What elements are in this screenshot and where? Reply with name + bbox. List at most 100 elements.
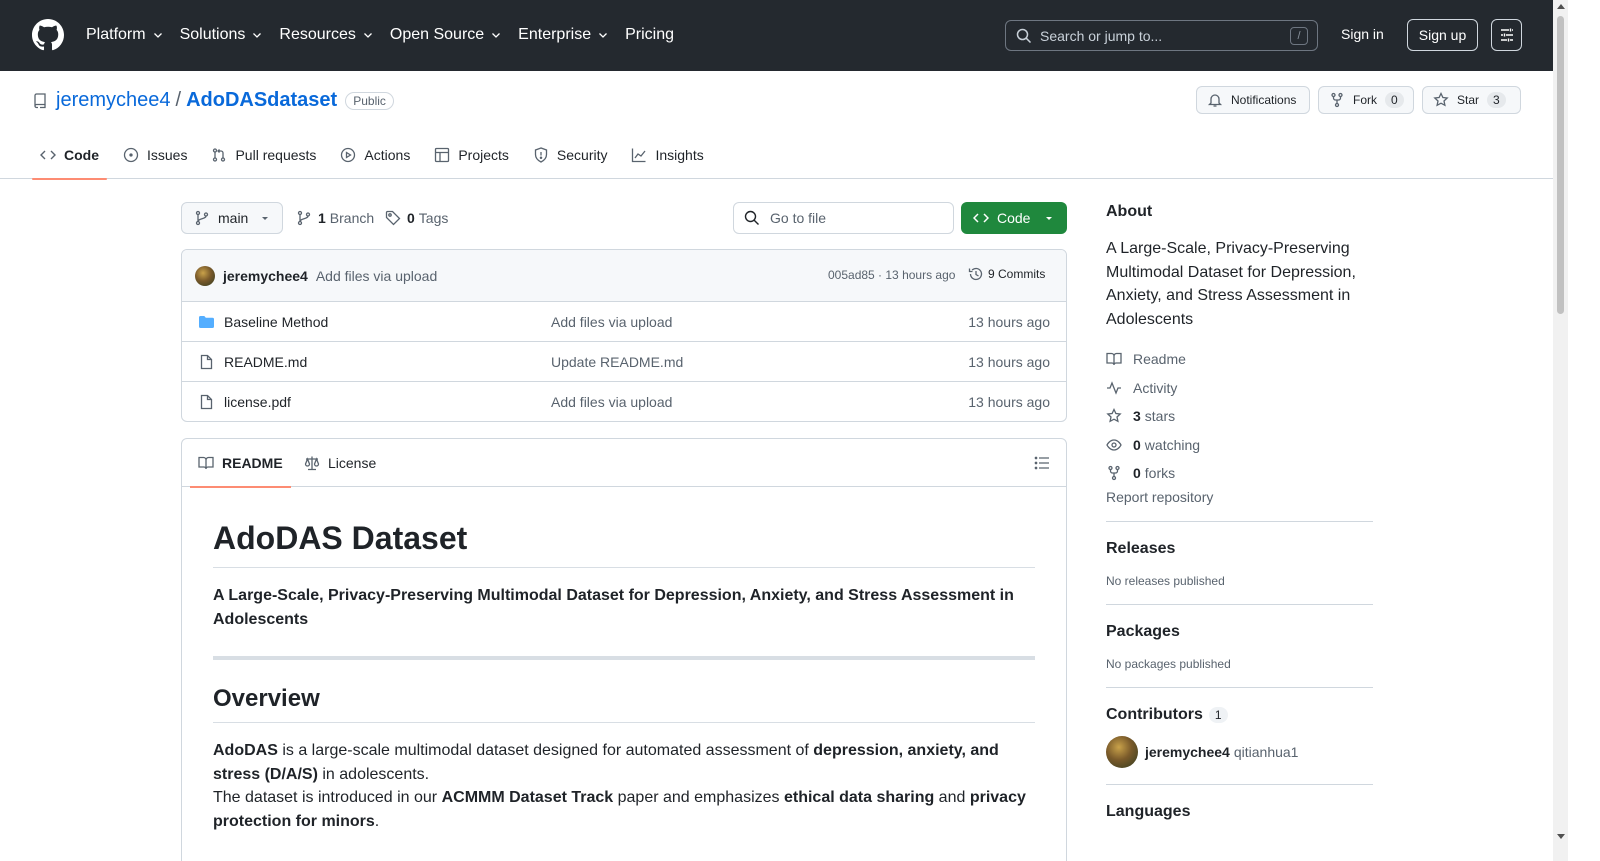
releases-empty-text: No releases published bbox=[1106, 573, 1225, 588]
fork-icon bbox=[1331, 92, 1343, 108]
tag-icon bbox=[385, 210, 401, 226]
tab-issues[interactable]: Issues bbox=[115, 131, 195, 179]
report-repository-link[interactable]: Report repository bbox=[1106, 489, 1373, 505]
global-header: Platform Solutions Resources Open Source… bbox=[0, 0, 1553, 71]
tab-license-label: License bbox=[328, 455, 377, 471]
go-to-file-input[interactable]: Go to file bbox=[733, 202, 954, 234]
nav-open-source[interactable]: Open Source bbox=[390, 26, 502, 44]
folder-icon bbox=[199, 315, 214, 328]
activity-link[interactable]: Activity bbox=[1106, 374, 1373, 403]
file-commit-message[interactable]: Add files via upload bbox=[551, 314, 672, 330]
code-dropdown-button[interactable]: Code bbox=[961, 202, 1067, 234]
tab-readme[interactable]: README bbox=[190, 439, 291, 488]
github-logo-icon[interactable] bbox=[32, 19, 64, 51]
file-name-link[interactable]: Baseline Method bbox=[224, 314, 328, 330]
issue-opened-icon bbox=[123, 147, 139, 163]
repo-name-link[interactable]: AdoDASdataset bbox=[186, 89, 337, 112]
tab-security-label: Security bbox=[556, 147, 608, 163]
tab-projects[interactable]: Projects bbox=[426, 131, 517, 179]
tab-readme-label: README bbox=[222, 455, 283, 471]
file-name-link[interactable]: license.pdf bbox=[224, 394, 291, 410]
overview-heading: Overview bbox=[213, 684, 1035, 724]
file-icon bbox=[200, 394, 213, 410]
sign-up-button[interactable]: Sign up bbox=[1407, 19, 1478, 51]
tab-insights-label: Insights bbox=[655, 147, 704, 163]
tab-insights[interactable]: Insights bbox=[623, 131, 711, 179]
releases-section: Releases No releases published bbox=[1106, 520, 1373, 588]
stars-link[interactable]: 3 stars bbox=[1106, 402, 1373, 431]
sign-in-link[interactable]: Sign in bbox=[1341, 26, 1384, 42]
nav-enterprise[interactable]: Enterprise bbox=[518, 26, 609, 44]
stars-text: 3 stars bbox=[1133, 408, 1175, 424]
branch-count: 1 bbox=[318, 210, 326, 226]
contributor-alias: qitianhua1 bbox=[1233, 743, 1299, 760]
fork-count: 0 bbox=[1385, 92, 1404, 108]
forks-label: forks bbox=[1144, 465, 1176, 482]
table-row[interactable]: Baseline Method Add files via upload 13 … bbox=[182, 302, 1066, 342]
star-icon bbox=[1433, 92, 1449, 107]
packages-heading[interactable]: Packages bbox=[1106, 623, 1373, 641]
appearance-settings-button[interactable] bbox=[1491, 19, 1522, 51]
nav-platform[interactable]: Platform bbox=[86, 26, 164, 44]
contributor-name[interactable]: jeremychee4 bbox=[1145, 744, 1230, 760]
commits-history-link[interactable]: 9 Commits bbox=[968, 266, 1045, 282]
scroll-up-arrow-icon[interactable] bbox=[1557, 4, 1565, 9]
releases-heading[interactable]: Releases bbox=[1106, 540, 1373, 558]
about-description: A Large-Scale, Privacy-Preserving Multim… bbox=[1106, 240, 1356, 328]
contributors-heading[interactable]: Contributors bbox=[1106, 706, 1203, 723]
file-commit-time: 13 hours ago bbox=[968, 394, 1050, 410]
file-commit-message[interactable]: Update README.md bbox=[551, 354, 683, 370]
fork-button[interactable]: Fork 0 bbox=[1318, 86, 1414, 114]
activity-link-label: Activity bbox=[1133, 379, 1178, 396]
readme-link[interactable]: Readme bbox=[1106, 345, 1373, 374]
list-unordered-icon[interactable] bbox=[1034, 455, 1050, 471]
page-scrollbar[interactable] bbox=[1553, 0, 1568, 861]
avatar[interactable] bbox=[1106, 735, 1138, 768]
fork-icon bbox=[1108, 466, 1120, 481]
contributor-item[interactable]: jeremychee4 qitianhua1 bbox=[1106, 735, 1373, 768]
tab-pull-requests[interactable]: Pull requests bbox=[203, 131, 324, 179]
file-name-link[interactable]: README.md bbox=[224, 354, 307, 370]
languages-heading: Languages bbox=[1106, 802, 1191, 820]
search-placeholder: Search or jump to... bbox=[1040, 27, 1163, 44]
scroll-down-arrow-icon[interactable] bbox=[1557, 834, 1565, 839]
branches-link[interactable]: 1 Branch bbox=[296, 202, 374, 234]
tab-projects-label: Projects bbox=[458, 147, 509, 163]
forks-link[interactable]: 0 forks bbox=[1106, 459, 1373, 488]
stars-label: stars bbox=[1144, 408, 1176, 425]
scrollbar-thumb[interactable] bbox=[1557, 16, 1564, 314]
notifications-label: Notifications bbox=[1231, 93, 1297, 107]
star-button[interactable]: Star 3 bbox=[1422, 86, 1521, 114]
play-icon bbox=[341, 147, 356, 163]
table-row[interactable]: README.md Update README.md 13 hours ago bbox=[182, 342, 1066, 382]
global-search-input[interactable]: Search or jump to... / bbox=[1005, 20, 1318, 51]
tab-actions[interactable]: Actions bbox=[332, 131, 418, 179]
repo-header: jeremychee4 / AdoDASdataset Public Notif… bbox=[0, 71, 1553, 180]
branch-selector[interactable]: main bbox=[181, 202, 283, 234]
packages-empty-text: No packages published bbox=[1106, 656, 1231, 671]
readme-link-label: Readme bbox=[1133, 351, 1186, 368]
nav-resources[interactable]: Resources bbox=[279, 26, 373, 44]
code-button-label: Code bbox=[997, 210, 1031, 226]
watchers-text: 0 watching bbox=[1133, 437, 1200, 453]
tags-link[interactable]: 0 Tags bbox=[385, 202, 448, 234]
file-commit-message[interactable]: Add files via upload bbox=[551, 394, 672, 410]
text: The dataset is introduced in our bbox=[213, 789, 442, 807]
tab-license[interactable]: License bbox=[296, 439, 384, 487]
eye-icon bbox=[1106, 439, 1122, 451]
commit-message-link[interactable]: Add files via upload bbox=[316, 268, 437, 284]
nav-pricing[interactable]: Pricing bbox=[625, 26, 674, 44]
tab-issues-label: Issues bbox=[147, 147, 188, 163]
commit-sha-time[interactable]: 005ad85 · 13 hours ago bbox=[828, 268, 955, 282]
avatar[interactable] bbox=[195, 265, 215, 286]
about-links: Readme Activity 3 stars 0 watching 0 forks bbox=[1106, 345, 1373, 488]
commit-author-link[interactable]: jeremychee4 bbox=[223, 268, 308, 284]
table-row[interactable]: license.pdf Add files via upload 13 hour… bbox=[182, 382, 1066, 421]
nav-solutions[interactable]: Solutions bbox=[180, 26, 264, 44]
tab-security[interactable]: Security bbox=[525, 131, 616, 179]
notifications-button[interactable]: Notifications bbox=[1196, 86, 1310, 114]
about-heading: About bbox=[1106, 203, 1153, 220]
repo-owner-link[interactable]: jeremychee4 bbox=[56, 89, 171, 112]
watchers-link[interactable]: 0 watching bbox=[1106, 431, 1373, 460]
tab-code[interactable]: Code bbox=[32, 131, 107, 180]
